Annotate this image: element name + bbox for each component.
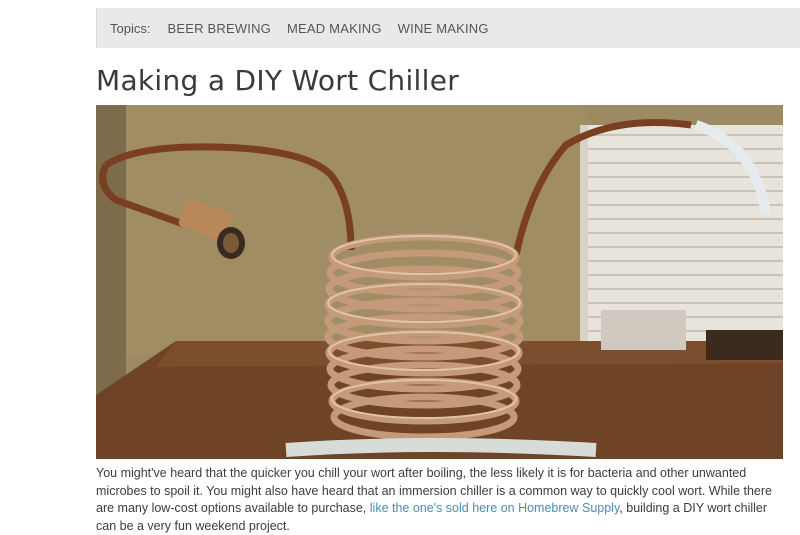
page-title: Making a DIY Wort Chiller	[96, 64, 460, 97]
topics-bar: Topics: BEER BREWING MEAD MAKING WINE MA…	[96, 8, 800, 48]
article-intro-paragraph: You might've heard that the quicker you …	[96, 465, 786, 535]
topic-link-mead-making[interactable]: MEAD MAKING	[287, 21, 382, 36]
topic-link-beer-brewing[interactable]: BEER BREWING	[167, 21, 271, 36]
homebrew-supply-link[interactable]: like the one's sold here on Homebrew Sup…	[370, 501, 620, 515]
topics-label: Topics:	[110, 20, 151, 36]
topic-link-wine-making[interactable]: WINE MAKING	[398, 21, 489, 36]
article-hero-image	[96, 105, 783, 459]
